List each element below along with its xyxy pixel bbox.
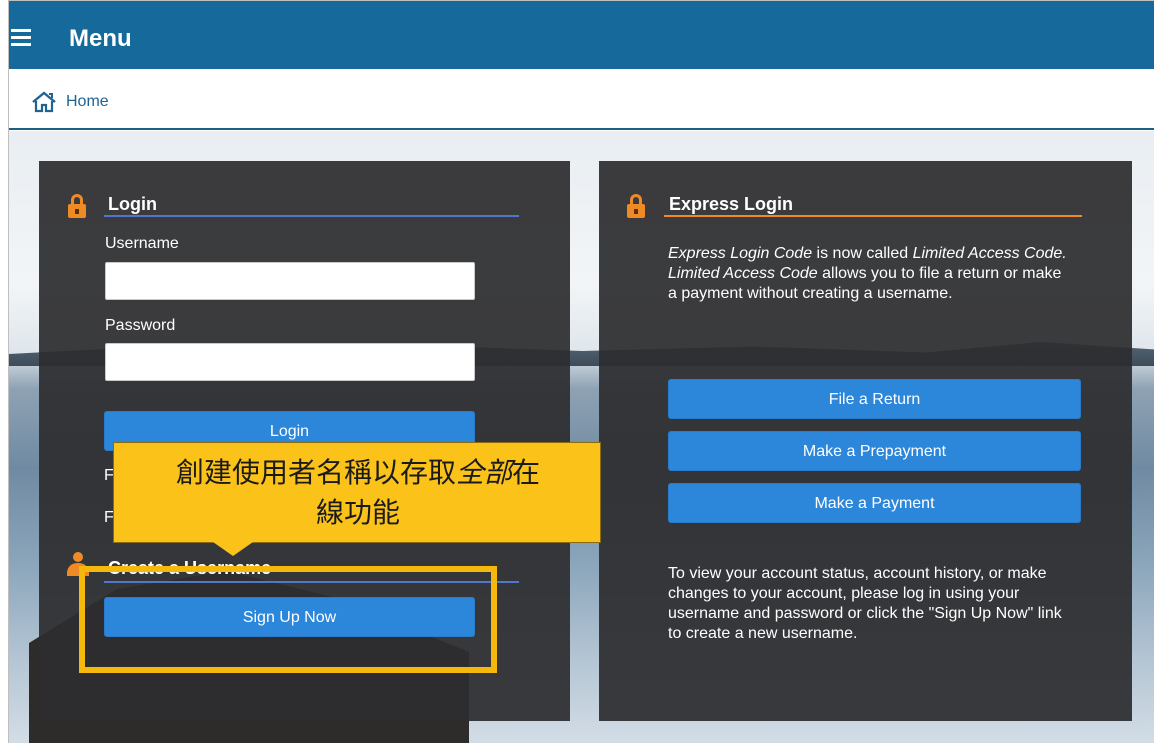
home-icon[interactable] (31, 91, 57, 113)
hamburger-menu-icon[interactable] (11, 29, 31, 46)
password-input[interactable] (105, 343, 475, 381)
login-heading: Login (108, 194, 157, 214)
make-a-prepayment-button[interactable]: Make a Prepayment (668, 431, 1081, 471)
menu-title[interactable]: Menu (69, 25, 132, 53)
express-footer-text: To view your account status, account his… (668, 565, 1062, 642)
username-input[interactable] (105, 262, 475, 300)
lock-icon (68, 194, 86, 218)
lock-icon-express (627, 194, 645, 218)
breadcrumb: Home (9, 69, 1154, 130)
express-login-heading: Express Login (669, 194, 794, 214)
login-heading-rule (104, 215, 519, 217)
file-a-return-button[interactable]: File a Return (668, 379, 1081, 419)
callout-pointer (213, 542, 253, 556)
express-description: Express Login Code is now called Limited… (668, 245, 1067, 302)
callout-text: 創建使用者名稱以存取全部在 線功能 (175, 456, 541, 529)
menu-bar: Menu (9, 1, 1154, 69)
signup-highlight-box (79, 566, 497, 673)
app-frame: Menu Home Login Username Password Login … (8, 0, 1154, 743)
tooltip-callout: 創建使用者名稱以存取全部在 線功能 (113, 442, 601, 543)
username-label: Username (105, 235, 179, 252)
express-heading-rule (664, 215, 1082, 217)
password-label: Password (105, 317, 176, 334)
make-a-payment-button[interactable]: Make a Payment (668, 483, 1081, 523)
breadcrumb-home-link[interactable]: Home (66, 93, 109, 111)
